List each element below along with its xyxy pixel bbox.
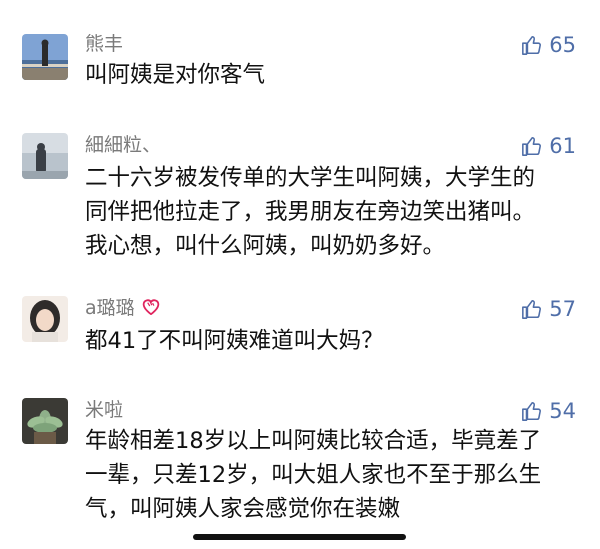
thumbs-up-icon	[522, 401, 542, 421]
avatar-photo-icon	[22, 398, 68, 444]
comment-line: 二十六岁被发传单的大学生叫阿姨，大学生的	[85, 165, 536, 191]
username-text: a璐璐	[85, 297, 135, 319]
avatar[interactable]	[22, 133, 68, 179]
username[interactable]: a璐璐	[85, 296, 161, 321]
thumbs-up-icon	[522, 35, 542, 55]
comment-line: 同伴把他拉走了，我男朋友在旁边笑出猪叫。	[85, 199, 536, 225]
avatar-photo-icon	[22, 133, 68, 179]
thumbs-up-icon	[522, 136, 542, 156]
heart-icon	[141, 297, 161, 321]
username[interactable]: 米啦	[85, 398, 123, 422]
like-button[interactable]: 57	[521, 296, 576, 322]
avatar-photo-icon	[22, 34, 68, 80]
like-count: 54	[549, 399, 576, 423]
comment-text: 都41了不叫阿姨难道叫大妈？	[85, 324, 565, 358]
like-count: 65	[549, 33, 576, 57]
comment-text: 年龄相差18岁以上叫阿姨比较合适，毕竟差了 一辈，只差12岁，叫大姐人家也不至于…	[85, 424, 565, 526]
comment-line: 叫阿姨是对你客气	[85, 62, 266, 88]
avatar-photo-icon	[22, 296, 68, 342]
comment-text: 二十六岁被发传单的大学生叫阿姨，大学生的 同伴把他拉走了，我男朋友在旁边笑出猪叫…	[85, 161, 565, 263]
username[interactable]: 熊丰	[85, 32, 123, 56]
like-button[interactable]: 54	[521, 398, 576, 424]
comment-line: 我心想，叫什么阿姨，叫奶奶多好。	[85, 233, 446, 259]
avatar[interactable]	[22, 34, 68, 80]
avatar[interactable]	[22, 398, 68, 444]
comment-line: 气，叫阿姨人家会感觉你在装嫩	[85, 496, 401, 522]
like-count: 57	[549, 297, 576, 321]
like-count: 61	[549, 134, 576, 158]
like-button[interactable]: 65	[521, 32, 576, 58]
comment-line: 都41了不叫阿姨难道叫大妈？	[85, 328, 384, 354]
avatar[interactable]	[22, 296, 68, 342]
like-button[interactable]: 61	[521, 133, 576, 159]
username[interactable]: 細細粒、	[85, 133, 161, 157]
thumbs-up-icon	[522, 299, 542, 319]
comment-line: 一辈，只差12岁，叫大姐人家也不至于那么生	[85, 462, 542, 488]
comment-line: 年龄相差18岁以上叫阿姨比较合适，毕竟差了	[85, 428, 542, 454]
comment-text: 叫阿姨是对你客气	[85, 58, 565, 92]
home-indicator[interactable]	[193, 534, 406, 540]
